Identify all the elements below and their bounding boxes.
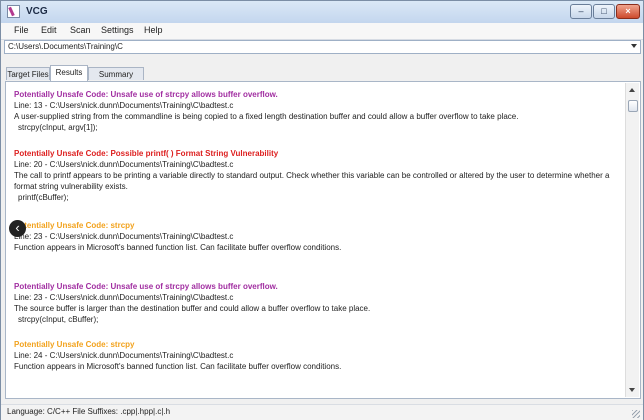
finding-description: Function appears in Microsoft's banned f…	[14, 362, 342, 371]
finding-title: Potentially Unsafe Code: Unsafe use of s…	[14, 90, 278, 99]
results-pane[interactable]: Potentially Unsafe Code: Unsafe use of s…	[5, 81, 641, 399]
finding-item: Potentially Unsafe Code: Unsafe use of s…	[14, 89, 618, 133]
finding-description: The call to printf appears to be printin…	[14, 171, 610, 191]
menu-settings[interactable]: Settings	[101, 25, 134, 35]
status-text: Language: C/C++ File Suffixes: .cpp|.hpp…	[7, 407, 171, 416]
vcg-app-icon	[7, 5, 20, 18]
finding-item: Potentially Unsafe Code: strcpy Line: 24…	[14, 339, 618, 372]
finding-item: Potentially Unsafe Code: strcpy Line: 23…	[14, 220, 618, 253]
finding-code: strcpy(cInput, cBuffer);	[18, 315, 99, 324]
target-path-combobox[interactable]: C:\Users\.Documents\Training\C	[4, 40, 641, 54]
tab-results[interactable]: Results	[50, 65, 88, 81]
target-path-value: C:\Users\.Documents\Training\C	[8, 42, 123, 51]
finding-location: Line: 23 - C:\Users\nick.dunn\Documents\…	[14, 293, 234, 302]
resize-grip-icon[interactable]	[632, 410, 640, 418]
menu-file[interactable]: File	[14, 25, 29, 35]
menu-bar: File Edit Scan Settings Help	[1, 23, 643, 40]
finding-location: Line: 24 - C:\Users\nick.dunn\Documents\…	[14, 351, 234, 360]
maximize-button[interactable]: □	[593, 4, 615, 19]
finding-item: Potentially Unsafe Code: Possible printf…	[14, 148, 618, 203]
scroll-down-icon[interactable]	[626, 385, 639, 395]
scrollbar-thumb[interactable]	[628, 100, 638, 112]
finding-code: printf(cBuffer);	[18, 193, 69, 202]
vertical-scrollbar[interactable]	[625, 83, 639, 397]
finding-code: strcpy(cInput, argv[1]);	[18, 123, 98, 132]
finding-description: The source buffer is larger than the des…	[14, 304, 371, 313]
status-bar: Language: C/C++ File Suffixes: .cpp|.hpp…	[1, 404, 643, 420]
finding-title: Potentially Unsafe Code: strcpy	[14, 221, 135, 230]
finding-location: Line: 13 - C:\Users\nick.dunn\Documents\…	[14, 101, 234, 110]
app-window: VCG – □ × File Edit Scan Settings Help C…	[0, 0, 644, 420]
tab-summary-table[interactable]: Summary Table	[88, 67, 144, 92]
scroll-up-icon[interactable]	[626, 85, 639, 95]
finding-title: Potentially Unsafe Code: strcpy	[14, 340, 135, 349]
back-arrow-icon[interactable]: ‹	[9, 220, 26, 237]
menu-edit[interactable]: Edit	[41, 25, 57, 35]
window-title: VCG	[26, 6, 48, 17]
minimize-button[interactable]: –	[570, 4, 592, 19]
finding-title: Potentially Unsafe Code: Unsafe use of s…	[14, 282, 278, 291]
menu-help[interactable]: Help	[144, 25, 163, 35]
chevron-down-icon[interactable]	[631, 44, 637, 48]
finding-description: A user-supplied string from the commandl…	[14, 112, 519, 121]
finding-location: Line: 23 - C:\Users\nick.dunn\Documents\…	[14, 232, 234, 241]
title-bar[interactable]: VCG – □ ×	[1, 1, 643, 23]
finding-location: Line: 20 - C:\Users\nick.dunn\Documents\…	[14, 160, 234, 169]
tab-target-files[interactable]: Target Files	[6, 67, 50, 80]
finding-title: Potentially Unsafe Code: Possible printf…	[14, 149, 279, 158]
finding-description: Function appears in Microsoft's banned f…	[14, 243, 342, 252]
menu-scan[interactable]: Scan	[70, 25, 91, 35]
close-button[interactable]: ×	[616, 4, 640, 19]
finding-item: Potentially Unsafe Code: Unsafe use of s…	[14, 281, 618, 325]
